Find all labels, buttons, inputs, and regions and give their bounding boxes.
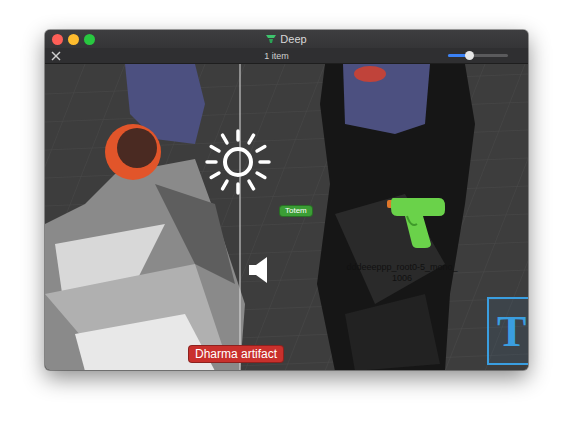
zoom-slider[interactable]: [448, 54, 508, 57]
title-bar: Deep: [45, 30, 528, 48]
zoom-slider-knob[interactable]: [465, 51, 474, 60]
app-logo-icon: [266, 35, 276, 43]
page: Deep 1 item Totem dddeeeppp_root0-5_mono_10…: [0, 0, 573, 430]
toolbar: 1 item: [45, 48, 528, 64]
left-figure-head: [105, 124, 161, 180]
light-sun-icon[interactable]: [205, 129, 271, 195]
speaker-icon[interactable]: [247, 256, 271, 284]
right-figure-torso: [343, 64, 430, 134]
text-object[interactable]: T: [487, 297, 528, 365]
item-count: 1 item: [105, 51, 448, 61]
close-button[interactable]: [52, 34, 63, 45]
scene-viewport[interactable]: Totem dddeeeppp_root0-5_mono_1006 Dharma a…: [45, 64, 528, 370]
window: Deep 1 item Totem dddeeeppp_root0-5_mono_10…: [45, 30, 528, 370]
scene-label[interactable]: Dharma artifact: [188, 345, 284, 363]
minimize-button[interactable]: [68, 34, 79, 45]
grid: [45, 64, 528, 370]
window-title: Deep: [105, 33, 468, 45]
object-caption: dddeeeppp_root0-5_mono_1006: [346, 262, 458, 284]
left-figure-body: [45, 159, 245, 370]
scene-render: [45, 64, 528, 370]
window-controls: [45, 34, 105, 45]
zoom-button[interactable]: [84, 34, 95, 45]
water-gun-icon[interactable]: [383, 194, 447, 248]
axis-line: [240, 64, 241, 370]
right-figure: [317, 64, 475, 370]
tools-icon[interactable]: [51, 51, 61, 61]
scene-label[interactable]: Totem: [279, 205, 313, 217]
